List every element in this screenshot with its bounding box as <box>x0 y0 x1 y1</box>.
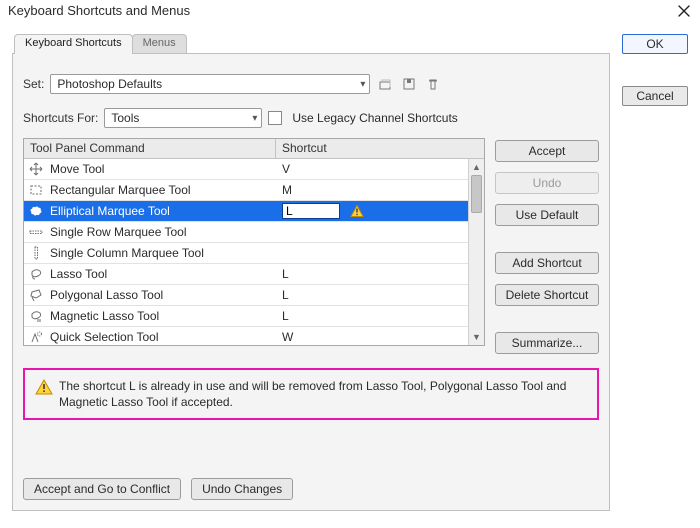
table-row[interactable]: Lasso Tool L <box>24 264 468 285</box>
conflict-warning: The shortcut L is already in use and wil… <box>23 368 599 420</box>
row-marquee-icon <box>28 224 44 240</box>
set-label: Set: <box>23 77 44 91</box>
undo-button: Undo <box>495 172 599 194</box>
scroll-down-icon[interactable]: ▼ <box>469 329 484 345</box>
mag-lasso-icon <box>28 308 44 324</box>
warning-message: The shortcut L is already in use and wil… <box>59 378 587 410</box>
table-row[interactable]: Single Column Marquee Tool <box>24 243 468 264</box>
ok-button[interactable]: OK <box>622 34 688 54</box>
tool-name: Magnetic Lasso Tool <box>50 309 159 323</box>
table-row[interactable]: Magnetic Lasso Tool L <box>24 306 468 327</box>
tool-name: Elliptical Marquee Tool <box>50 204 170 218</box>
close-button[interactable] <box>676 3 692 19</box>
shortcut-value: L <box>282 309 289 323</box>
shortcut-value: W <box>282 330 293 344</box>
legacy-checkbox-label: Use Legacy Channel Shortcuts <box>292 111 457 125</box>
use-default-button[interactable]: Use Default <box>495 204 599 226</box>
set-select-value: Photoshop Defaults <box>57 77 162 91</box>
delete-shortcut-button[interactable]: Delete Shortcut <box>495 284 599 306</box>
rect-marquee-icon <box>28 182 44 198</box>
set-select[interactable]: Photoshop Defaults ▾ <box>50 74 370 94</box>
new-set-icon[interactable] <box>376 75 394 93</box>
table-row[interactable]: Move Tool V <box>24 159 468 180</box>
move-icon <box>28 161 44 177</box>
shortcut-input[interactable] <box>282 203 340 219</box>
quick-select-icon <box>28 329 44 345</box>
main-panel: Set: Photoshop Defaults ▾ Shortcuts For:… <box>12 53 610 511</box>
shortcuts-for-select[interactable]: Tools ▾ <box>104 108 262 128</box>
shortcuts-for-value: Tools <box>111 111 139 125</box>
col-marquee-icon <box>28 245 44 261</box>
table-scrollbar[interactable]: ▲ ▼ <box>468 159 484 345</box>
tool-name: Single Row Marquee Tool <box>50 225 187 239</box>
warning-icon <box>35 378 49 392</box>
save-set-icon[interactable] <box>400 75 418 93</box>
tool-name: Move Tool <box>50 162 104 176</box>
accept-and-go-to-conflict-button[interactable]: Accept and Go to Conflict <box>23 478 181 500</box>
ellipse-marquee-icon <box>28 203 44 219</box>
table-row[interactable]: Single Row Marquee Tool <box>24 222 468 243</box>
table-row[interactable]: Quick Selection Tool W <box>24 327 468 345</box>
delete-set-icon[interactable] <box>424 75 442 93</box>
lasso-icon <box>28 266 44 282</box>
scroll-thumb[interactable] <box>471 175 482 213</box>
table-row[interactable]: Polygonal Lasso Tool L <box>24 285 468 306</box>
scroll-up-icon[interactable]: ▲ <box>469 159 484 175</box>
warning-icon <box>350 204 364 218</box>
tool-name: Lasso Tool <box>50 267 107 281</box>
chevron-down-icon: ▾ <box>252 113 257 124</box>
tool-name: Polygonal Lasso Tool <box>50 288 163 302</box>
cancel-button[interactable]: Cancel <box>622 86 688 106</box>
shortcut-value: L <box>282 288 289 302</box>
add-shortcut-button[interactable]: Add Shortcut <box>495 252 599 274</box>
table-header-shortcut[interactable]: Shortcut <box>276 139 484 158</box>
shortcut-value: M <box>282 183 292 197</box>
table-row[interactable]: Rectangular Marquee Tool M <box>24 180 468 201</box>
poly-lasso-icon <box>28 287 44 303</box>
table-row[interactable]: Elliptical Marquee Tool <box>24 201 468 222</box>
shortcut-value: V <box>282 162 290 176</box>
tab-keyboard-shortcuts[interactable]: Keyboard Shortcuts <box>14 34 133 54</box>
window-title: Keyboard Shortcuts and Menus <box>8 3 190 18</box>
summarize-button[interactable]: Summarize... <box>495 332 599 354</box>
undo-changes-button[interactable]: Undo Changes <box>191 478 293 500</box>
chevron-down-icon: ▾ <box>360 79 365 90</box>
tool-name: Single Column Marquee Tool <box>50 246 204 260</box>
accept-button[interactable]: Accept <box>495 140 599 162</box>
legacy-checkbox[interactable] <box>268 111 282 125</box>
tool-name: Quick Selection Tool <box>50 330 159 344</box>
shortcut-value: L <box>282 267 289 281</box>
shortcuts-table: Tool Panel Command Shortcut Move Tool V Re… <box>23 138 485 346</box>
tab-menus[interactable]: Menus <box>132 34 187 54</box>
tool-name: Rectangular Marquee Tool <box>50 183 191 197</box>
shortcuts-for-label: Shortcuts For: <box>23 111 98 125</box>
table-header-command[interactable]: Tool Panel Command <box>24 139 276 158</box>
